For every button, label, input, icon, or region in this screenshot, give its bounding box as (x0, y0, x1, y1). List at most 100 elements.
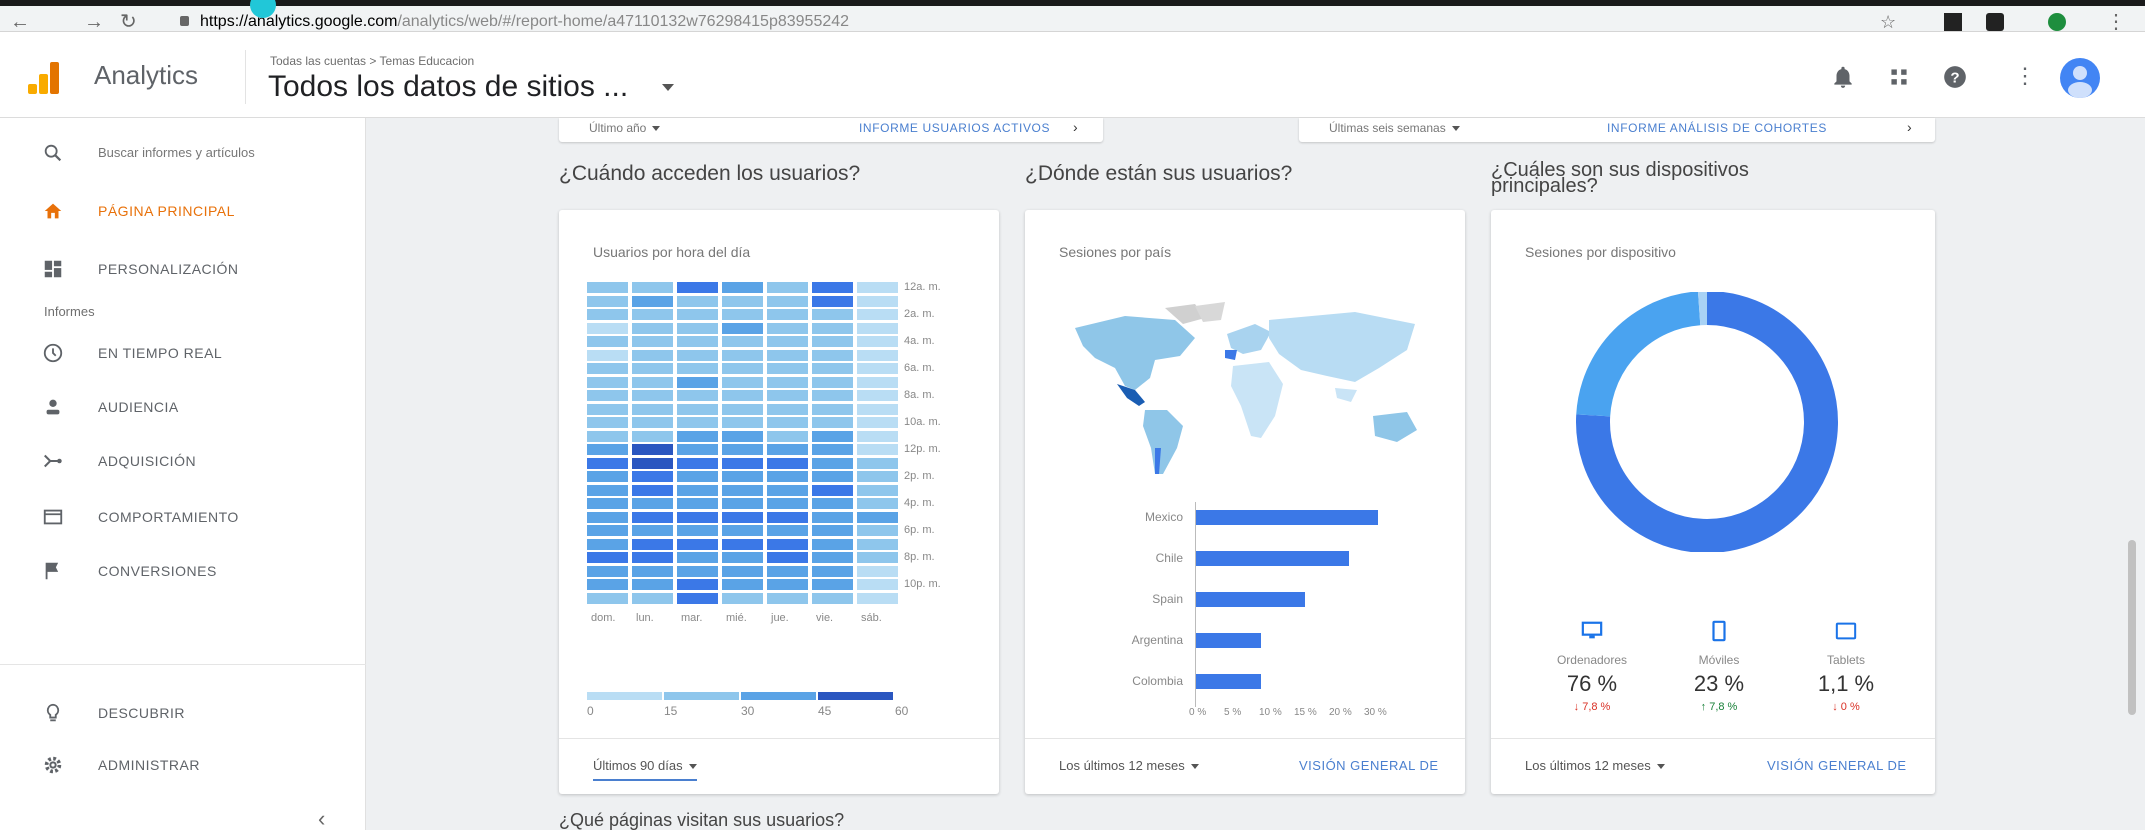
heatmap-cell[interactable] (767, 471, 808, 482)
heatmap-cell[interactable] (857, 336, 898, 347)
heatmap-cell[interactable] (722, 322, 763, 334)
heatmap-cell[interactable] (677, 403, 718, 415)
heatmap-cell[interactable] (722, 349, 763, 361)
heatmap-cell[interactable] (812, 457, 853, 469)
heatmap-cell[interactable] (632, 592, 673, 604)
heatmap-cell[interactable] (812, 471, 853, 482)
heatmap-cell[interactable] (767, 417, 808, 428)
date-range-select[interactable]: Último año (589, 121, 661, 135)
heatmap-cell[interactable] (722, 525, 763, 536)
heatmap-cell[interactable] (632, 376, 673, 388)
heatmap-cell[interactable] (677, 390, 718, 401)
heatmap-cell[interactable] (767, 322, 808, 334)
heatmap-cell[interactable] (857, 349, 898, 361)
heatmap-cell[interactable] (857, 282, 898, 293)
heatmap-cell[interactable] (722, 376, 763, 388)
heatmap-cell[interactable] (677, 538, 718, 550)
heatmap-cell[interactable] (767, 457, 808, 469)
heatmap-cell[interactable] (677, 471, 718, 482)
heatmap-cell[interactable] (587, 525, 628, 536)
url-text[interactable]: https://analytics.google.com/analytics/w… (200, 13, 849, 31)
overview-link[interactable]: VISIÓN GENERAL DE (1767, 758, 1907, 773)
sidebar-item-audience[interactable]: AUDIENCIA (0, 384, 366, 430)
heatmap-cell[interactable] (857, 511, 898, 523)
country-bar[interactable] (1195, 510, 1379, 525)
heatmap-cell[interactable] (677, 376, 718, 388)
heatmap-cell[interactable] (677, 336, 718, 347)
star-icon[interactable]: ☆ (1880, 12, 1896, 32)
sidebar-item-behavior[interactable]: COMPORTAMIENTO (0, 494, 366, 540)
bell-icon[interactable] (1830, 64, 1856, 90)
heatmap-cell[interactable] (632, 484, 673, 496)
heatmap-cell[interactable] (632, 565, 673, 577)
heatmap-cell[interactable] (722, 484, 763, 496)
heatmap-cell[interactable] (857, 525, 898, 536)
heatmap-cell[interactable] (812, 336, 853, 347)
heatmap-cell[interactable] (587, 295, 628, 307)
forward-icon[interactable]: → (84, 12, 104, 32)
date-range-select[interactable]: Últimas seis semanas (1329, 121, 1460, 135)
heatmap-cell[interactable] (767, 309, 808, 320)
heatmap-cell[interactable] (857, 538, 898, 550)
heatmap-cell[interactable] (587, 484, 628, 496)
active-users-report-link[interactable]: INFORME USUARIOS ACTIVOS (859, 121, 1050, 135)
chevron-right-icon[interactable]: › (1073, 119, 1078, 135)
heatmap-cell[interactable] (812, 282, 853, 293)
heatmap-cell[interactable] (857, 363, 898, 374)
heatmap-cell[interactable] (722, 363, 763, 374)
heatmap-cell[interactable] (587, 511, 628, 523)
heatmap-cell[interactable] (812, 484, 853, 496)
heatmap-cell[interactable] (722, 444, 763, 455)
date-range-select[interactable]: Los últimos 12 meses (1059, 758, 1199, 773)
heatmap-cell[interactable] (767, 592, 808, 604)
cohort-report-link[interactable]: INFORME ANÁLISIS DE COHORTES (1607, 121, 1827, 135)
view-selector[interactable]: Todos los datos de sitios ... (268, 70, 628, 104)
heatmap-cell[interactable] (722, 430, 763, 442)
heatmap-cell[interactable] (632, 471, 673, 482)
heatmap-cell[interactable] (587, 471, 628, 482)
heatmap-cell[interactable] (587, 565, 628, 577)
heatmap-cell[interactable] (722, 552, 763, 563)
heatmap-cell[interactable] (587, 592, 628, 604)
collapse-sidebar-icon[interactable]: ‹ (318, 806, 325, 830)
heatmap-cell[interactable] (767, 430, 808, 442)
help-icon[interactable]: ? (1942, 64, 1968, 90)
heatmap-cell[interactable] (722, 498, 763, 509)
device-stat[interactable]: Ordenadores 76 % ↓ 7,8 % (1537, 620, 1647, 713)
heatmap-cell[interactable] (632, 403, 673, 415)
analytics-logo-icon[interactable] (28, 62, 62, 94)
heatmap-cell[interactable] (857, 403, 898, 415)
heatmap-cell[interactable] (857, 498, 898, 509)
more-vert-icon[interactable]: ⋮ (2014, 65, 2036, 87)
heatmap-cell[interactable] (632, 444, 673, 455)
heatmap-cell[interactable] (857, 484, 898, 496)
heatmap-cell[interactable] (722, 457, 763, 469)
heatmap-cell[interactable] (812, 525, 853, 536)
heatmap-cell[interactable] (632, 417, 673, 428)
heatmap-cell[interactable] (767, 349, 808, 361)
sidebar-item-admin[interactable]: ADMINISTRAR (0, 742, 366, 788)
sidebar-item-home[interactable]: PÁGINA PRINCIPAL (0, 188, 366, 234)
heatmap-cell[interactable] (632, 390, 673, 401)
heatmap-cell[interactable] (767, 579, 808, 590)
search-reports[interactable]: Buscar informes y artículos (0, 130, 366, 176)
world-map[interactable] (1055, 298, 1435, 478)
country-bar[interactable] (1195, 551, 1349, 566)
heatmap-cell[interactable] (857, 444, 898, 455)
heatmap-cell[interactable] (812, 417, 853, 428)
heatmap-cell[interactable] (767, 552, 808, 563)
apps-icon[interactable] (1886, 64, 1912, 90)
menu-icon[interactable]: ⋮ (2106, 12, 2126, 32)
device-stat[interactable]: Tablets 1,1 % ↓ 0 % (1791, 620, 1901, 713)
heatmap-cell[interactable] (722, 579, 763, 590)
heatmap-cell[interactable] (812, 430, 853, 442)
heatmap-cell[interactable] (767, 376, 808, 388)
heatmap-cell[interactable] (722, 471, 763, 482)
breadcrumb[interactable]: Todas las cuentas > Temas Educacion (270, 54, 474, 68)
heatmap-cell[interactable] (767, 511, 808, 523)
heatmap-cell[interactable] (722, 565, 763, 577)
heatmap-cell[interactable] (677, 430, 718, 442)
heatmap-cell[interactable] (587, 498, 628, 509)
sidebar-item-customization[interactable]: PERSONALIZACIÓN (0, 246, 366, 292)
heatmap-cell[interactable] (812, 403, 853, 415)
